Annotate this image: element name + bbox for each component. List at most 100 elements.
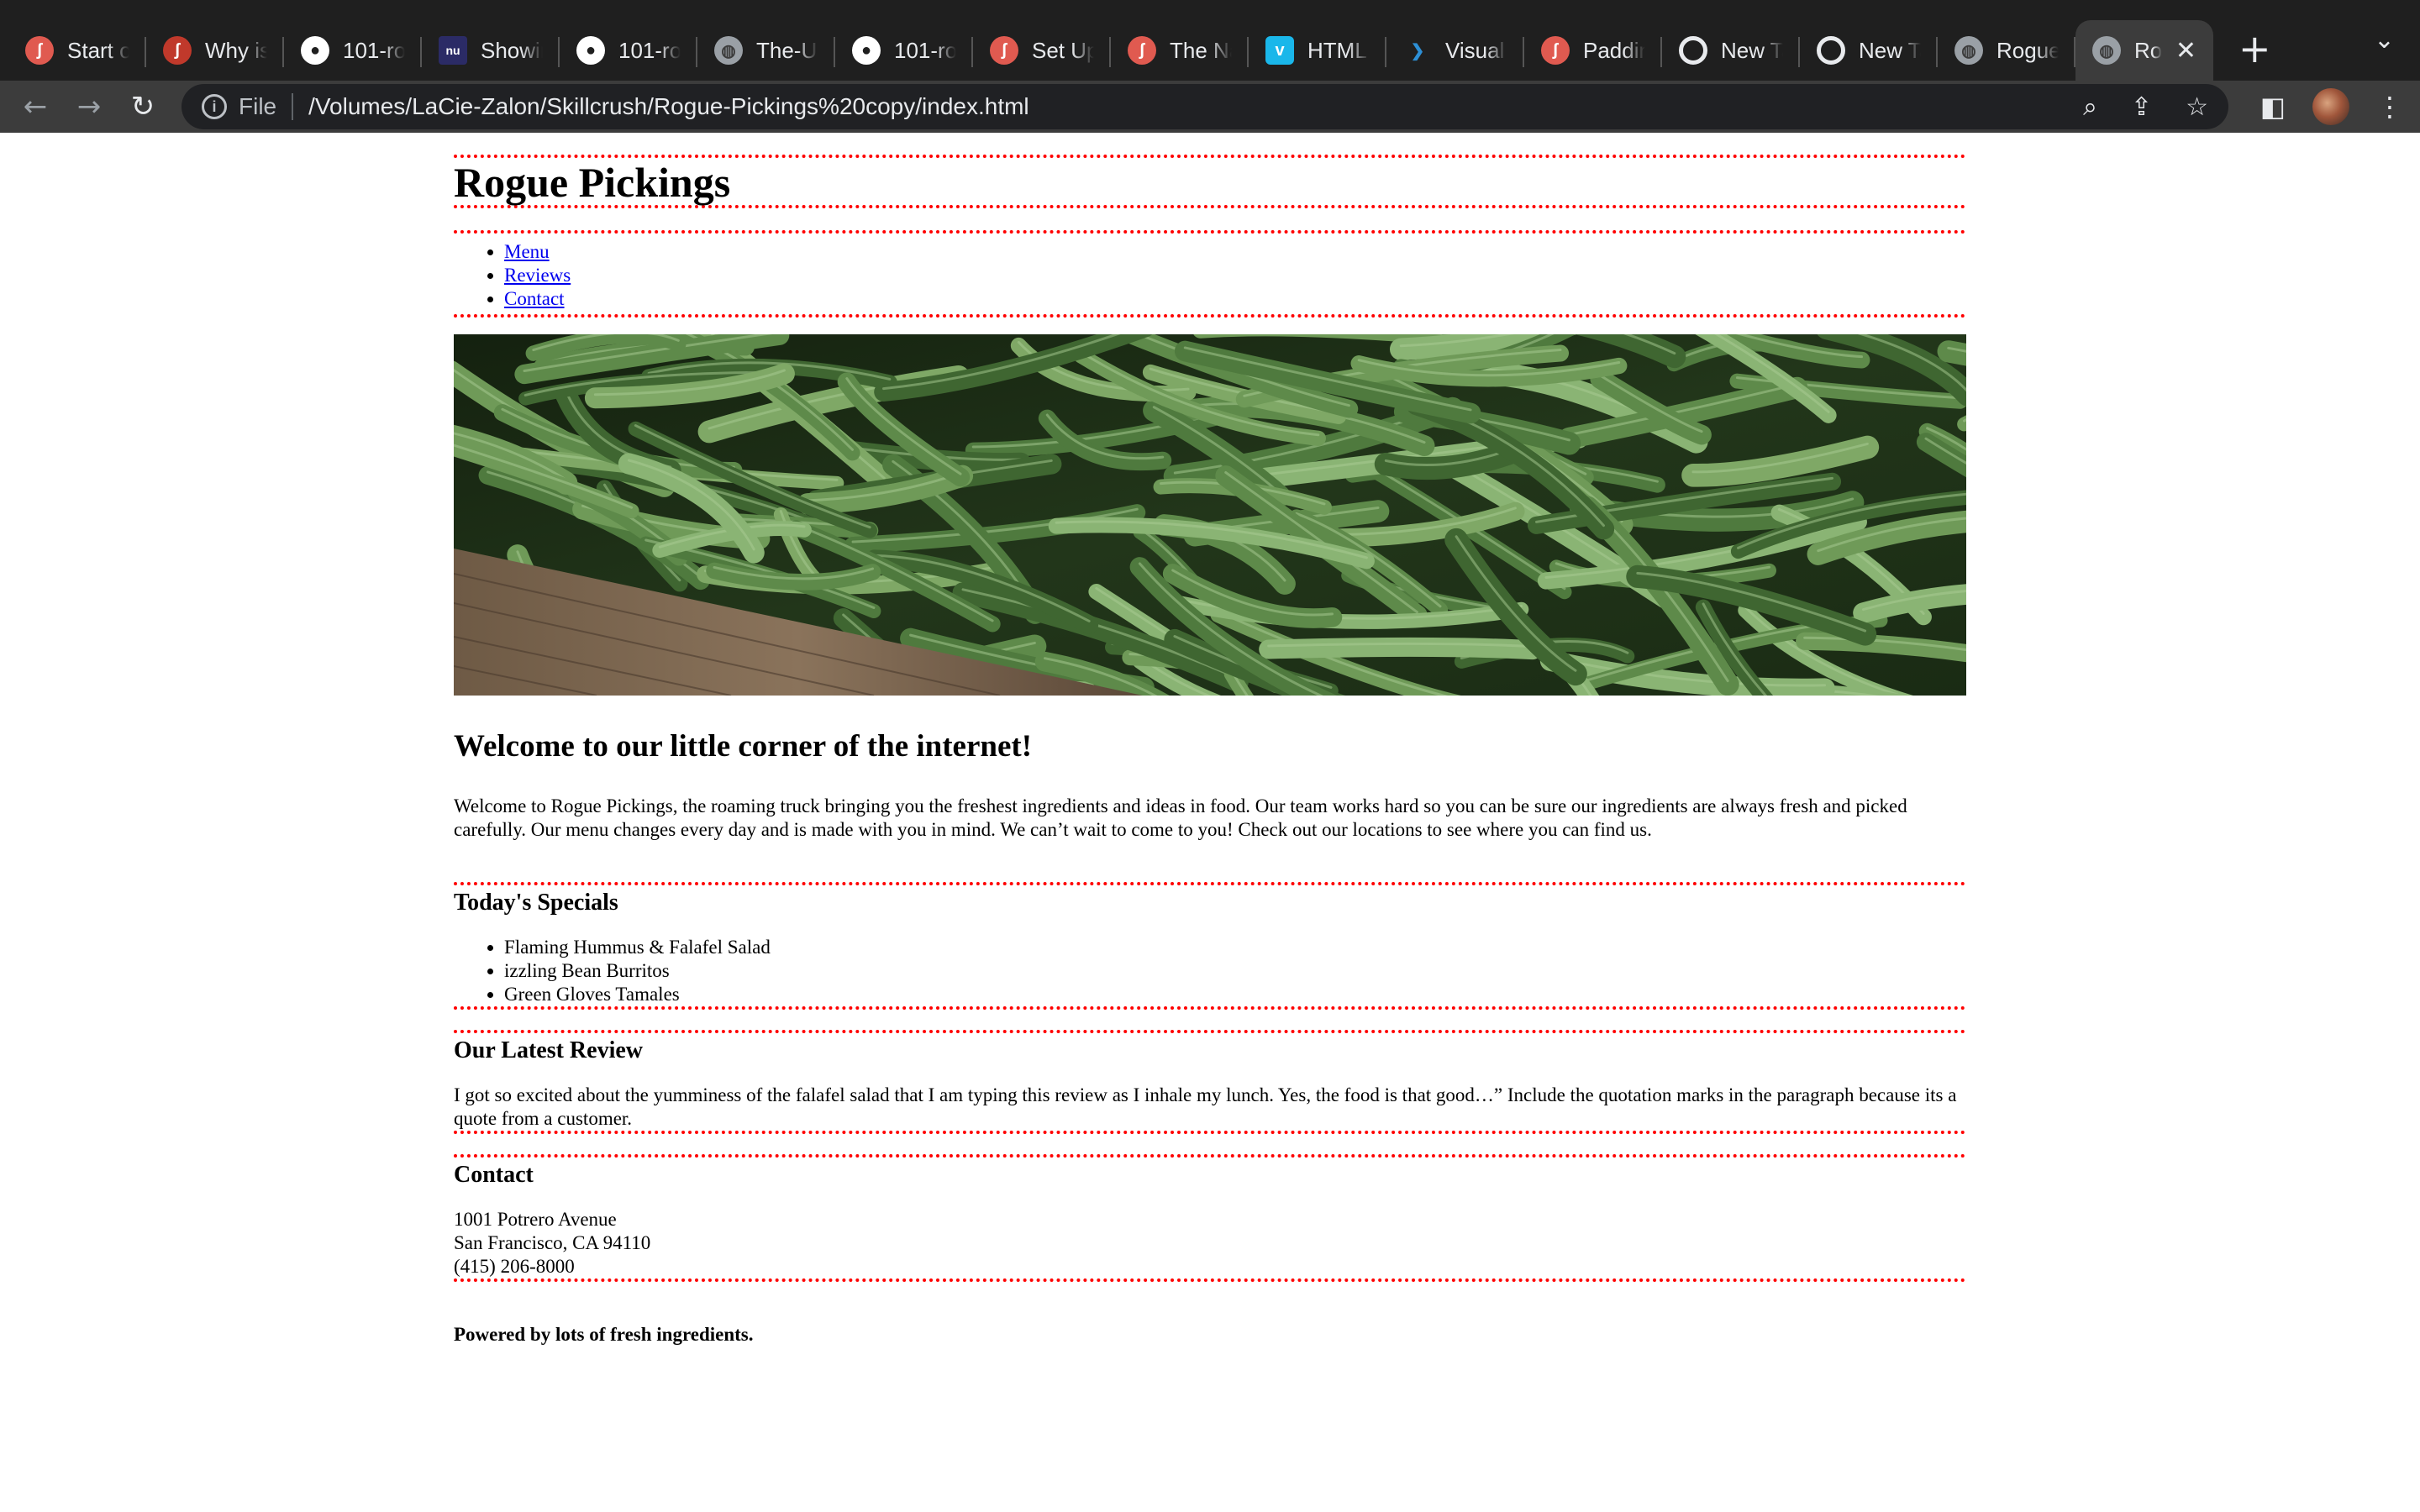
- address-bar[interactable]: i File /Volumes/LaCie-Zalon/Skillcrush/R…: [182, 84, 2228, 129]
- nav-item: Contact: [504, 287, 1966, 311]
- special-item: Flaming Hummus & Falafel Salad: [504, 936, 1966, 959]
- browser-tab[interactable]: ◍ Rog ✕: [2075, 20, 2213, 81]
- browser-tab[interactable]: ◍ The-Ult: [697, 20, 835, 81]
- browser-tab[interactable]: ● 101-rog: [835, 20, 973, 81]
- browser-tab[interactable]: ʃ Start on: [8, 20, 146, 81]
- browser-tab[interactable]: New Ta: [1662, 20, 1800, 81]
- contact-section: Contact 1001 Potrero Avenue San Francisc…: [454, 1154, 1966, 1282]
- omnibox-divider: [292, 93, 294, 120]
- specials-heading: Today's Specials: [454, 890, 618, 916]
- nav-list: Menu ReviewsContact: [454, 234, 1966, 314]
- page-viewport: Rogue Pickings MenuReviewsContact: [0, 133, 2420, 1512]
- chrome-icon: [1679, 36, 1707, 65]
- main-nav: Menu ReviewsContact: [454, 230, 1966, 318]
- welcome-heading: Welcome to our little corner of the inte…: [454, 729, 1033, 764]
- tab-title: Start on: [67, 37, 129, 63]
- browser-tab[interactable]: ● 101-rog: [560, 20, 697, 81]
- review-heading: Our Latest Review: [454, 1037, 643, 1063]
- browser-tab[interactable]: v HTML &: [1249, 20, 1386, 81]
- globe-icon: ◍: [1954, 36, 1983, 65]
- welcome-paragraph: Welcome to Rogue Pickings, the roaming t…: [454, 795, 1907, 840]
- skillcrush-icon: ʃ: [1541, 36, 1570, 65]
- green-beans-photo: [454, 334, 1966, 696]
- browser-toolbar: ← → ↻ i File /Volumes/LaCie-Zalon/Skillc…: [0, 81, 2420, 133]
- tab-title: HTML &: [1307, 37, 1370, 63]
- title-block: Rogue Pickings: [454, 155, 1966, 208]
- tab-title: The Na: [1170, 37, 1232, 63]
- url-scheme-label: File: [239, 93, 277, 119]
- tab-search-chevron-icon[interactable]: ⌄: [2374, 25, 2395, 55]
- specials-list: Flaming Hummus & Falafel Saladizzling Be…: [454, 936, 1966, 1006]
- github-icon: ●: [301, 36, 329, 65]
- tab-title: Showin: [481, 37, 543, 63]
- nav-link-reviews[interactable]: Reviews: [504, 265, 571, 286]
- browser-tab[interactable]: ʃ The Na: [1111, 20, 1249, 81]
- zoom-icon[interactable]: ⌕: [2083, 92, 2097, 122]
- phone-number: (415) 206-8000: [454, 1256, 575, 1277]
- url-text[interactable]: /Volumes/LaCie-Zalon/Skillcrush/Rogue-Pi…: [308, 93, 1029, 120]
- nav-link-menu[interactable]: Menu: [504, 241, 550, 262]
- browser-tab[interactable]: nu Showin: [422, 20, 560, 81]
- tab-title: Visual S: [1445, 37, 1507, 63]
- address-street: 1001 Potrero Avenue: [454, 1209, 617, 1230]
- profile-avatar[interactable]: [2312, 88, 2349, 125]
- footer-text: Powered by lots of fresh ingredients.: [454, 1324, 754, 1345]
- tab-title: Rogue: [1996, 37, 2059, 63]
- site-title: Rogue Pickings: [454, 159, 731, 206]
- bookmark-star-icon[interactable]: ☆: [2186, 92, 2208, 122]
- review-paragraph: I got so excited about the yumminess of …: [454, 1084, 1957, 1129]
- page-container: Rogue Pickings MenuReviewsContact: [454, 155, 1966, 1346]
- side-panel-icon[interactable]: ◧: [2260, 91, 2286, 123]
- chrome-icon: [1817, 36, 1845, 65]
- tab-title: 101-rog: [894, 37, 956, 63]
- green-bean-shape: [1193, 334, 1450, 345]
- nav-item: Reviews: [504, 264, 1966, 287]
- tab-title: Set Up: [1032, 37, 1094, 63]
- browser-tab[interactable]: ʃ Set Up: [973, 20, 1111, 81]
- tab-title: 101-rog: [343, 37, 405, 63]
- tab-title: 101-rog: [618, 37, 681, 63]
- contact-heading: Contact: [454, 1162, 534, 1188]
- browser-tab[interactable]: ʃ Padding: [1524, 20, 1662, 81]
- special-item: izzling Bean Burritos: [504, 959, 1966, 983]
- browser-tab-strip: ʃ Start on ʃ Why is ● 101-rog nu Showin ● 101-rog…: [0, 0, 2420, 81]
- globe-icon: ◍: [2092, 36, 2121, 65]
- globe-icon: ◍: [714, 36, 743, 65]
- skillcrush-icon: ʃ: [1128, 36, 1156, 65]
- browser-tab[interactable]: New Ta: [1800, 20, 1938, 81]
- hero-image-green-beans: [454, 334, 1966, 696]
- github-icon: ●: [576, 36, 605, 65]
- contact-address: 1001 Potrero Avenue San Francisco, CA 94…: [454, 1208, 1966, 1278]
- vscode-icon: ❯: [1410, 41, 1425, 60]
- reload-button[interactable]: ↻: [119, 83, 166, 130]
- site-header: Rogue Pickings Menu ReviewsContact: [454, 155, 1966, 318]
- green-bean-shape: [1259, 637, 1543, 660]
- vimeo-icon: v: [1265, 36, 1294, 65]
- tab-title: Rog: [2134, 37, 2162, 63]
- nu-icon: nu: [439, 36, 467, 65]
- nav-item: Menu: [504, 240, 1966, 264]
- back-button[interactable]: ←: [12, 83, 59, 130]
- share-icon[interactable]: ⇪: [2131, 92, 2152, 122]
- new-tab-button[interactable]: +: [2238, 26, 2271, 71]
- skillcrush-icon: ʃ: [990, 36, 1018, 65]
- special-item: Green Gloves Tamales: [504, 983, 1966, 1006]
- address-city: San Francisco, CA 94110: [454, 1232, 651, 1253]
- browser-tab[interactable]: ʃ Why is: [146, 20, 284, 81]
- browser-tab[interactable]: ● 101-rog: [284, 20, 422, 81]
- browser-tab[interactable]: ❯ Visual S: [1386, 20, 1524, 81]
- review-section: Our Latest Review I got so excited about…: [454, 1030, 1966, 1134]
- close-tab-icon[interactable]: ✕: [2175, 36, 2196, 66]
- browser-tab[interactable]: ◍ Rogue: [1938, 20, 2075, 81]
- browser-menu-icon[interactable]: ⋮: [2376, 91, 2403, 123]
- skillcrush-icon: ʃ: [25, 36, 54, 65]
- tab-title: Why is: [205, 37, 267, 63]
- nav-link-contact[interactable]: Contact: [504, 288, 565, 309]
- info-icon[interactable]: i: [202, 94, 227, 119]
- forward-button[interactable]: →: [66, 83, 113, 130]
- tab-title: Padding: [1583, 37, 1645, 63]
- github-icon: ●: [852, 36, 881, 65]
- tab-title: The-Ult: [756, 37, 818, 63]
- tab-title: New Ta: [1721, 37, 1783, 63]
- skillcrush-icon: ʃ: [163, 36, 192, 65]
